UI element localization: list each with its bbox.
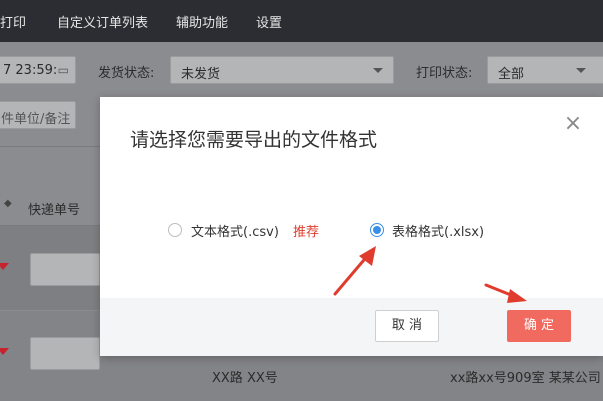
tracking-number-input[interactable] [30, 337, 100, 370]
expand-row-icon[interactable] [0, 263, 9, 270]
print-status-select[interactable]: 全部 [487, 56, 603, 84]
date-value: 7 23:59: [3, 63, 58, 78]
xlsx-option-label[interactable]: 表格格式(.xlsx) [392, 221, 484, 240]
chevron-down-icon [576, 68, 586, 73]
csv-option-label[interactable]: 文本格式(.csv) [191, 221, 279, 240]
nav-item-custom-order-list[interactable]: 自定义订单列表 [57, 12, 148, 31]
tracking-number-header: 快递单号 [28, 203, 81, 218]
nav-item-print[interactable]: 打印 [0, 12, 26, 31]
recommend-badge: 推荐 [293, 225, 320, 240]
ship-status-label: 发货状态: [98, 66, 155, 81]
dialog-title: 请选择您需要导出的文件格式 [130, 129, 378, 151]
print-status-label: 打印状态: [416, 66, 473, 81]
chevron-down-icon [373, 68, 383, 73]
address-left: XX路 XX号 [212, 371, 278, 386]
ship-status-select[interactable]: 未发货 [170, 56, 394, 84]
ship-status-value: 未发货 [181, 67, 221, 82]
nav-item-tools[interactable]: 辅助功能 [176, 12, 228, 31]
search-placeholder: 件单位/备注 [1, 112, 71, 127]
csv-radio[interactable] [168, 223, 182, 237]
top-nav: 打印 自定义订单列表 辅助功能 设置 [0, 0, 603, 42]
date-input[interactable]: 7 23:59: ▭ [0, 56, 76, 84]
export-format-dialog: 请选择您需要导出的文件格式 × 文本格式(.csv) 推荐 表格格式(.xlsx… [100, 97, 603, 356]
sort-icon[interactable]: ◆ [4, 198, 12, 209]
address-right: xx路xx号909室 某某公司 [450, 371, 601, 386]
confirm-button[interactable]: 确 定 [507, 310, 571, 342]
nav-item-settings[interactable]: 设置 [256, 12, 282, 31]
xlsx-radio[interactable] [370, 223, 384, 237]
dialog-footer: 取 消 确 定 [100, 298, 603, 356]
cancel-button[interactable]: 取 消 [375, 310, 439, 342]
search-input[interactable]: 件单位/备注 [0, 101, 76, 129]
expand-row-icon[interactable] [0, 348, 9, 355]
calendar-icon: ▭ [57, 63, 69, 77]
close-icon[interactable]: × [562, 113, 584, 135]
tracking-number-input[interactable] [30, 253, 100, 286]
print-status-value: 全部 [498, 67, 525, 82]
